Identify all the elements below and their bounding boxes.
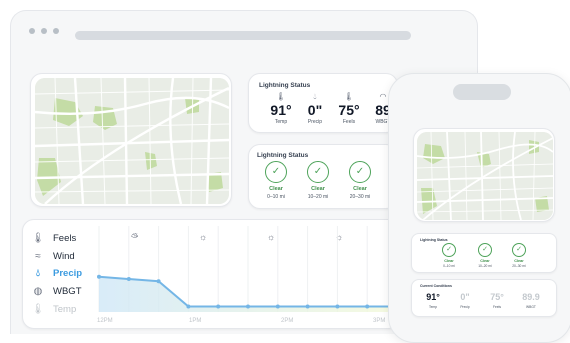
current-conditions-card: Lightning Status 🌡︎ 91° Temp 💧︎ 0" Preci… <box>248 73 398 133</box>
globe-icon: ◍ <box>33 285 43 297</box>
lightning-status-card: Lightning Status ✓ Clear 0–10 mi ✓ Clear… <box>248 144 398 209</box>
zone-status: Clear <box>353 186 367 192</box>
metric-value: 89.9 <box>522 292 540 302</box>
map-graphic <box>417 132 553 220</box>
layer-label: Feels <box>53 232 77 244</box>
metric-label: Temp <box>428 305 438 309</box>
metric-feels: 75° Feels <box>482 292 512 311</box>
metric-precip: 0" Precip <box>450 292 480 311</box>
zone-range: 20–30 mi <box>512 264 526 268</box>
phone-map-card <box>413 128 555 222</box>
layer-label: Wind <box>53 250 75 262</box>
wind-icon: ≈ <box>35 250 41 262</box>
data-point[interactable] <box>126 277 131 281</box>
check-icon: ✓ <box>512 243 526 257</box>
metric-value: 75° <box>490 292 504 302</box>
data-point[interactable] <box>335 304 340 309</box>
window-dot <box>29 28 35 34</box>
layer-temp[interactable]: 🌡︎ Temp <box>31 302 77 316</box>
check-icon: ✓ <box>349 161 371 183</box>
check-icon: ✓ <box>307 161 329 183</box>
data-point[interactable] <box>156 279 161 284</box>
data-point[interactable] <box>275 304 280 309</box>
map[interactable] <box>417 132 553 220</box>
card-title: Current Conditions <box>420 284 452 288</box>
thermometer-icon: 🌡︎ <box>31 303 45 315</box>
check-icon: ✓ <box>442 243 456 257</box>
layer-feels[interactable]: 🌡︎ Feels <box>31 231 77 245</box>
metric-wbgt: 89.9 WBGT <box>516 292 546 311</box>
data-point[interactable] <box>97 274 101 279</box>
window-dot <box>53 28 59 34</box>
data-point[interactable] <box>305 304 310 309</box>
card-title: Lightning Status <box>257 152 309 159</box>
phone-frame: Lightning Status ✓ Clear 0–10 mi ✓ Clear… <box>388 73 570 343</box>
layer-label: Precip <box>53 267 83 279</box>
phone-lightning-card: Lightning Status ✓ Clear 0–10 mi ✓ Clear… <box>411 233 557 273</box>
phone-current-card: Current Conditions 91° Temp 0" Precip 75… <box>411 279 557 317</box>
phone-notch <box>453 84 511 100</box>
map-card <box>30 73 232 207</box>
metric-label: WBGT <box>526 305 536 309</box>
data-point[interactable] <box>216 304 221 309</box>
layer-label: WBGT <box>53 285 82 297</box>
zone-range: 20–30 mi <box>349 194 371 200</box>
check-icon: ✓ <box>478 243 492 257</box>
metric-value: 0" <box>460 292 470 302</box>
data-point[interactable] <box>246 304 250 309</box>
forecast-panel: 🌡︎ Feels ≈ Wind 💧︎ Precip ◍ WBGT 🌡︎ Temp… <box>22 219 400 329</box>
address-bar[interactable] <box>75 31 411 40</box>
check-icon: ✓ <box>265 161 287 183</box>
time-label: 12PM <box>97 318 113 324</box>
layer-precip[interactable]: 💧︎ Precip <box>31 266 82 280</box>
data-point[interactable] <box>365 304 370 309</box>
metric-temp: 91° Temp <box>418 292 448 311</box>
window-dot <box>41 28 47 34</box>
metric-label: Feels <box>492 305 502 309</box>
thermometer-icon: 🌡︎ <box>31 232 45 244</box>
zone-status: Clear <box>514 259 524 263</box>
layer-wind[interactable]: ≈ Wind <box>31 249 75 263</box>
layer-label: Temp <box>53 303 77 315</box>
time-label: 2PM <box>281 318 294 324</box>
time-label: 1PM <box>189 318 202 324</box>
data-point[interactable] <box>186 304 191 309</box>
precip-chart[interactable] <box>97 224 399 318</box>
card-title: Lightning Status <box>259 82 311 89</box>
map[interactable] <box>35 78 229 204</box>
card-title: Lightning Status <box>420 238 448 242</box>
map-graphic <box>35 78 229 204</box>
metric-value: 91° <box>426 292 440 302</box>
droplet-icon: 💧︎ <box>36 267 40 279</box>
layer-wbgt[interactable]: ◍ WBGT <box>31 284 82 298</box>
time-label: 3PM <box>373 318 386 324</box>
metric-label: Precip <box>460 305 470 309</box>
